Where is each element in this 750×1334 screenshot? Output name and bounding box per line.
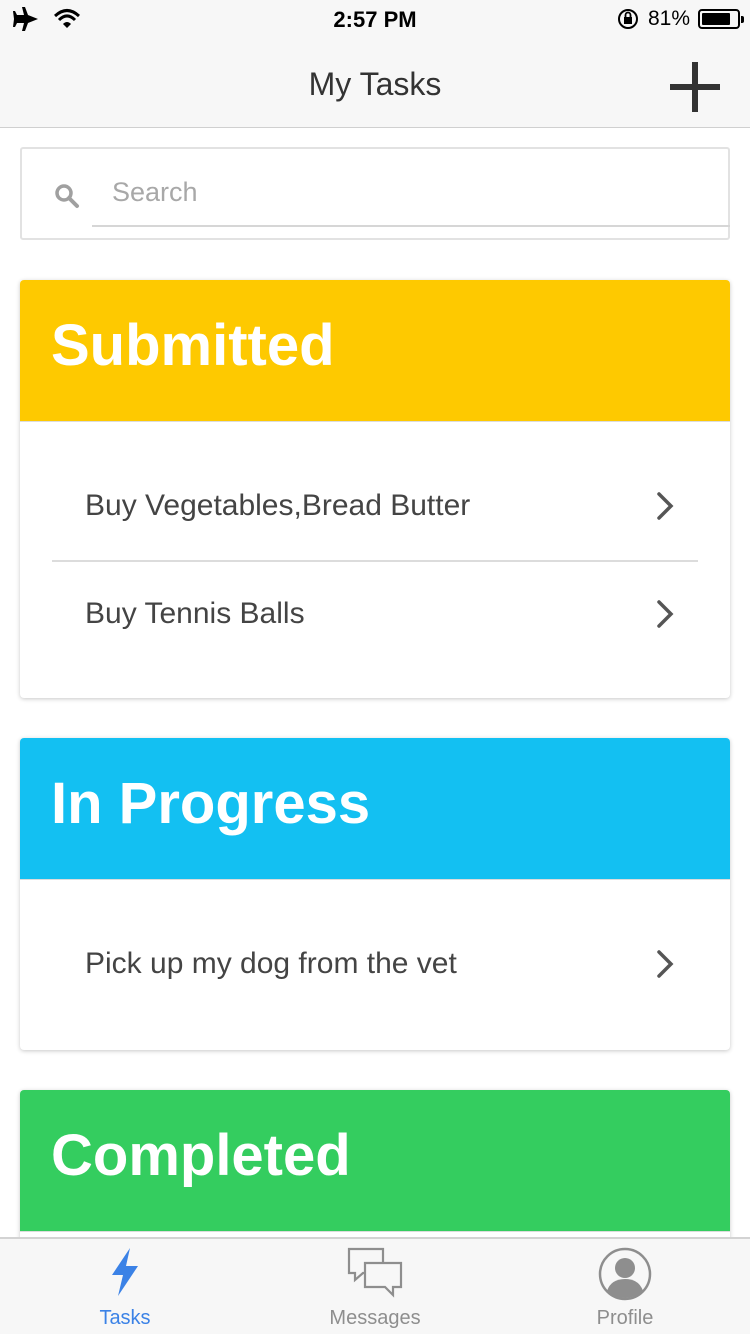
chevron-right-icon	[657, 600, 674, 628]
battery-percentage: 81%	[647, 7, 690, 30]
section-title: In Progress	[51, 771, 371, 836]
task-row[interactable]: Buy Vegetables,Bread Butter	[52, 454, 698, 560]
battery-fill	[702, 13, 730, 25]
lightning-icon	[112, 1248, 138, 1296]
search-bar	[20, 147, 730, 240]
section-card-completed: Completed	[20, 1090, 730, 1250]
user-avatar-icon	[598, 1247, 652, 1301]
chevron-right-icon	[657, 950, 674, 978]
tab-profile[interactable]: Profile	[500, 1239, 750, 1334]
task-list: Buy Vegetables,Bread Butter Buy Tennis B…	[20, 422, 730, 666]
section-card-submitted: Submitted Buy Vegetables,Bread Butter Bu…	[20, 280, 730, 698]
task-label: Buy Tennis Balls	[85, 597, 305, 630]
rotation-lock-icon	[617, 9, 638, 29]
page-title: My Tasks	[308, 66, 442, 102]
battery-icon	[698, 9, 744, 29]
status-right: 81%	[616, 7, 744, 31]
task-row[interactable]: Buy Tennis Balls	[52, 560, 698, 666]
search-input[interactable]	[92, 159, 730, 227]
section-title: Submitted	[51, 313, 335, 378]
tab-messages[interactable]: Messages	[250, 1239, 500, 1334]
add-task-button[interactable]	[670, 62, 720, 112]
tab-bar: Tasks Messages Profile	[0, 1237, 750, 1334]
task-label: Buy Vegetables,Bread Butter	[85, 489, 471, 522]
tab-label: Messages	[329, 1307, 421, 1329]
search-icon	[55, 184, 79, 208]
section-header: Submitted	[20, 280, 730, 422]
tab-label: Profile	[596, 1307, 654, 1329]
navigation-bar: My Tasks	[0, 40, 750, 128]
section-card-in-progress: In Progress Pick up my dog from the vet	[20, 738, 730, 1050]
tab-label: Tasks	[99, 1307, 151, 1329]
task-label: Pick up my dog from the vet	[85, 947, 457, 980]
chevron-right-icon	[657, 492, 674, 520]
plus-icon-vertical	[692, 62, 698, 112]
tab-tasks[interactable]: Tasks	[0, 1239, 250, 1334]
section-header: In Progress	[20, 738, 730, 880]
chat-bubbles-icon	[347, 1247, 403, 1298]
task-list: Pick up my dog from the vet	[20, 880, 730, 1018]
task-row[interactable]: Pick up my dog from the vet	[52, 912, 698, 1018]
section-header: Completed	[20, 1090, 730, 1232]
section-title: Completed	[51, 1123, 351, 1188]
status-bar: 2:57 PM 81%	[0, 0, 750, 40]
